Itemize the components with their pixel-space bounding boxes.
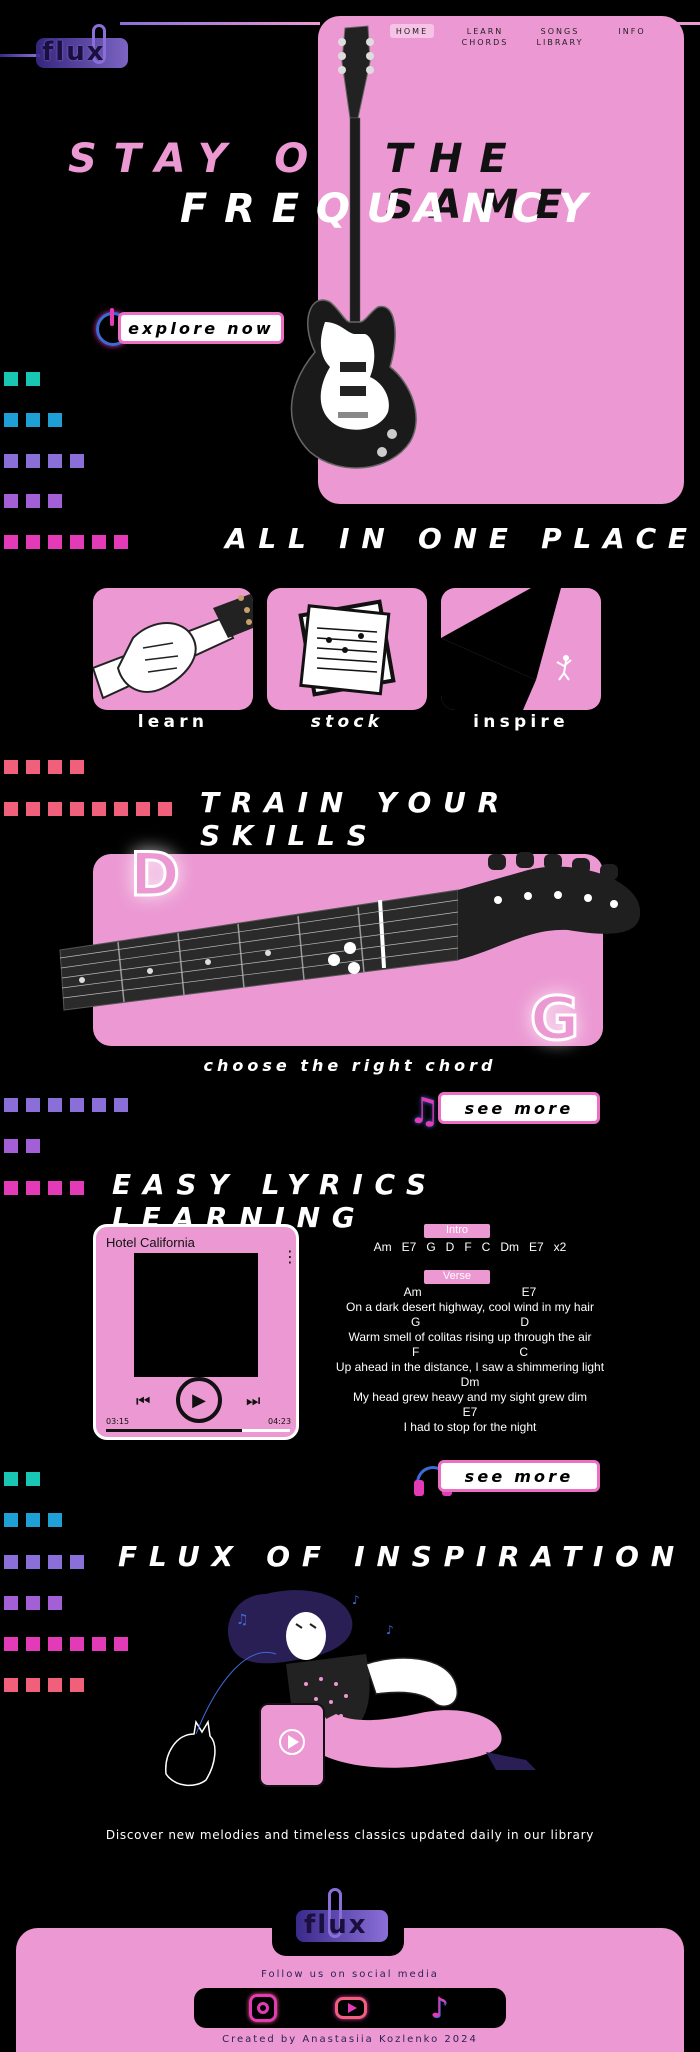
- feature-label-learn: learn: [137, 712, 209, 732]
- chord-line-2: G D: [410, 1315, 530, 1329]
- features-heading: ALL IN ONE PLACE: [225, 522, 699, 555]
- feature-card-inspire[interactable]: [441, 588, 601, 710]
- footer-logo[interactable]: flux: [296, 1888, 388, 1948]
- sheet-music-illustration: [298, 599, 396, 697]
- electric-guitar-illustration: [290, 25, 417, 469]
- see-more-button-chords[interactable]: see more: [438, 1092, 600, 1124]
- nav-songs-library[interactable]: SONGS LIBRARY: [530, 26, 590, 48]
- svg-text:♪: ♪: [352, 1593, 360, 1607]
- time-current: 03:15: [106, 1417, 130, 1426]
- play-button[interactable]: ▶: [176, 1377, 222, 1423]
- chord-line-1: Am E7: [403, 1285, 537, 1299]
- chord-d-label: D: [129, 839, 182, 912]
- lyric-line-4: My head grew heavy and my sight grew dim: [352, 1390, 588, 1404]
- album-cover: [134, 1253, 258, 1377]
- intro-tag: Intro: [424, 1224, 490, 1238]
- verse-tag: Verse: [424, 1270, 490, 1284]
- lyric-line-3: Up ahead in the distance, I saw a shimme…: [335, 1360, 605, 1374]
- lyric-line-5: I had to stop for the night: [403, 1420, 537, 1434]
- intro-chords: Am E7 G D F C Dm E7 x2: [373, 1240, 567, 1254]
- chord-line-4: Dm: [460, 1375, 480, 1389]
- listener-with-cat-illustration: ♫ ♪ ♪: [165, 1590, 536, 1787]
- feature-label-stock: stock: [310, 712, 384, 732]
- explore-now-button[interactable]: explore now: [118, 312, 284, 344]
- song-title: Hotel California: [106, 1235, 195, 1250]
- svg-text:♪: ♪: [386, 1623, 394, 1637]
- feature-label-inspire: inspire: [473, 712, 569, 732]
- more-options-icon[interactable]: ⋮: [282, 1249, 296, 1265]
- inspiration-tagline: Discover new melodies and timeless class…: [105, 1828, 595, 1842]
- time-total: 04:23: [268, 1417, 292, 1426]
- previous-icon[interactable]: ⏮: [136, 1391, 150, 1411]
- tiktok-icon[interactable]: ♪: [422, 1991, 456, 2025]
- nav-info[interactable]: INFO: [612, 26, 652, 37]
- progress-track[interactable]: [106, 1429, 290, 1432]
- music-note-icon: ♫: [408, 1091, 441, 1132]
- lyric-line-1: On a dark desert highway, cool wind in m…: [346, 1300, 594, 1314]
- train-caption: choose the right chord: [203, 1056, 497, 1075]
- youtube-icon[interactable]: [334, 1991, 368, 2025]
- follow-text: Follow us on social media: [261, 1969, 439, 1980]
- svg-text:♫: ♫: [236, 1612, 249, 1628]
- train-heading: TRAIN YOUR SKILLS: [200, 786, 511, 852]
- header-line: [0, 54, 40, 57]
- logo-text: flux: [42, 37, 106, 67]
- see-more-button-lyrics[interactable]: see more: [438, 1460, 600, 1492]
- hand-playing-guitar-illustration: [93, 593, 253, 700]
- nav-learn-chords[interactable]: LEARN CHORDS: [455, 26, 515, 48]
- inspiration-heading: FLUX OF INSPIRATION: [118, 1540, 686, 1573]
- feature-card-stock[interactable]: [267, 588, 427, 710]
- credit-text: Created by Anastasiia Kozlenko 2024: [222, 2034, 478, 2045]
- music-player: Hotel California ⋮ ⏮ ▶ ⏭ 03:15 04:23: [93, 1224, 299, 1440]
- logo[interactable]: flux: [36, 24, 128, 72]
- lyric-line-2: Warm smell of colitas rising up through …: [348, 1330, 592, 1344]
- footer-logo-text: flux: [304, 1910, 368, 1940]
- chord-line-3: F C: [411, 1345, 528, 1359]
- progress-fill: [106, 1429, 243, 1432]
- light-beam-dancer-illustration: [441, 588, 572, 710]
- feature-card-learn[interactable]: [93, 588, 253, 710]
- instagram-icon[interactable]: [246, 1991, 280, 2025]
- chord-g-label: G: [528, 983, 580, 1056]
- chord-line-5: E7: [462, 1405, 478, 1419]
- next-icon[interactable]: ⏭: [246, 1391, 260, 1411]
